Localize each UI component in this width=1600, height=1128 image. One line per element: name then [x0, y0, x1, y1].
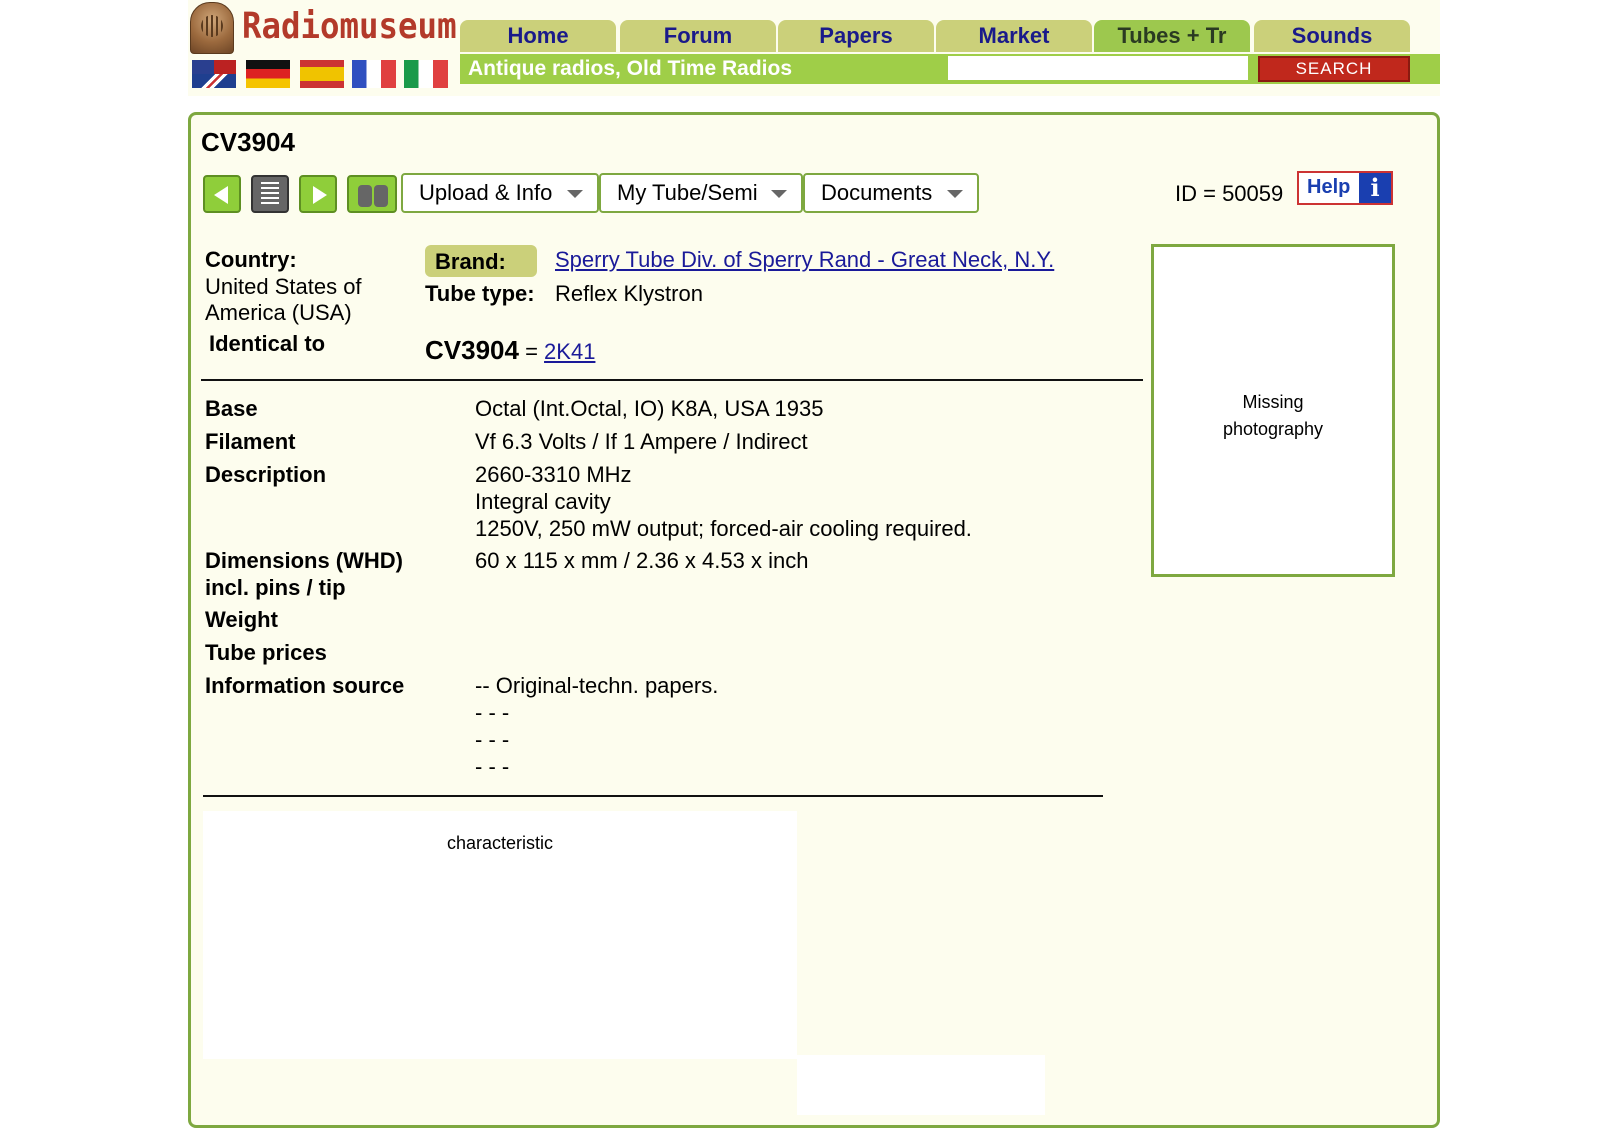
- my-tube-dropdown[interactable]: My Tube/Semi: [599, 173, 803, 213]
- list-icon[interactable]: [251, 175, 289, 213]
- identical-label: Identical to: [209, 331, 326, 356]
- characteristic-panel-extension: [797, 1055, 1045, 1115]
- record-id: ID = 50059: [1175, 181, 1284, 206]
- source-line: - - -: [475, 727, 510, 752]
- characteristic-label: characteristic: [446, 833, 554, 853]
- main-nav: Home Forum Papers Market Tubes + Tr Soun…: [460, 20, 1440, 52]
- chevron-down-icon: [947, 190, 963, 198]
- nav-forum[interactable]: Forum: [620, 20, 776, 52]
- source-line: -- Original-techn. papers.: [475, 673, 719, 698]
- dimensions-value: 60 x 115 x mm / 2.36 x 4.53 x inch: [475, 548, 809, 573]
- tube-type-label: Tube type:: [425, 281, 535, 306]
- weight-label: Weight: [205, 607, 278, 632]
- identical-tube-name: CV3904: [425, 335, 519, 365]
- search-button[interactable]: SEARCH: [1258, 56, 1410, 82]
- logo-text: Radiomuseum: [242, 6, 457, 47]
- documents-dropdown[interactable]: Documents: [803, 173, 979, 213]
- missing-photo-line-1: Missing: [1242, 392, 1304, 412]
- nav-tubes[interactable]: Tubes + Tr: [1094, 20, 1250, 52]
- chevron-down-icon: [567, 190, 583, 198]
- dimensions-label-line-1: Dimensions (WHD): [205, 548, 403, 573]
- nav-papers[interactable]: Papers: [778, 20, 934, 52]
- nav-sounds[interactable]: Sounds: [1254, 20, 1410, 52]
- upload-info-dropdown[interactable]: Upload & Info: [401, 173, 599, 213]
- upload-info-label: Upload & Info: [419, 180, 553, 205]
- filament-label: Filament: [205, 429, 296, 454]
- language-flags: [192, 60, 462, 88]
- nav-home[interactable]: Home: [460, 20, 616, 52]
- antique-radio-icon: [190, 2, 234, 54]
- country-label: Country:: [205, 247, 297, 272]
- source-line: - - -: [475, 700, 510, 725]
- france-flag-icon[interactable]: [352, 60, 396, 88]
- missing-photo-text: Missing photography: [1154, 389, 1392, 443]
- base-value: Octal (Int.Octal, IO) K8A, USA 1935: [475, 396, 824, 421]
- filament-value: Vf 6.3 Volts / If 1 Ampere / Indirect: [475, 429, 808, 454]
- information-source-value: -- Original-techn. papers. - - - - - - -…: [475, 672, 718, 780]
- search-input[interactable]: [948, 56, 1248, 80]
- chevron-down-icon: [771, 190, 787, 198]
- next-arrow-icon[interactable]: [299, 175, 337, 213]
- nav-market[interactable]: Market: [936, 20, 1092, 52]
- photo-placeholder[interactable]: Missing photography: [1151, 244, 1395, 577]
- base-label: Base: [205, 396, 258, 421]
- divider: [203, 795, 1103, 797]
- country-value: United States of America (USA): [205, 274, 362, 325]
- identical-tube-link[interactable]: 2K41: [544, 339, 595, 364]
- us-uk-flag-icon[interactable]: [192, 60, 236, 88]
- equals-sign: =: [518, 339, 545, 364]
- spain-flag-icon[interactable]: [300, 60, 344, 88]
- description-label: Description: [205, 462, 327, 487]
- source-line: - - -: [475, 754, 510, 779]
- dimensions-label-line-2: incl. pins / tip: [205, 575, 346, 600]
- dimensions-label: Dimensions (WHD) incl. pins / tip: [205, 547, 403, 601]
- characteristic-panel: characteristic: [203, 811, 797, 1059]
- tube-detail-panel: CV3904 Upload & Info My Tube/Semi Docume…: [188, 112, 1440, 1128]
- brand-link[interactable]: Sperry Tube Div. of Sperry Rand - Great …: [555, 247, 1054, 273]
- missing-photo-line-2: photography: [1222, 419, 1324, 439]
- description-line: Integral cavity: [475, 489, 611, 514]
- help-button[interactable]: Help i: [1297, 171, 1393, 205]
- page-title: CV3904: [201, 127, 295, 157]
- previous-arrow-icon[interactable]: [203, 175, 241, 213]
- tagline: Antique radios, Old Time Radios: [468, 57, 792, 80]
- tagline-bar: Antique radios, Old Time Radios SEARCH: [460, 54, 1440, 84]
- description-value: 2660-3310 MHz Integral cavity 1250V, 250…: [475, 461, 972, 542]
- radiomuseum-logo[interactable]: Radiomuseum: [188, 0, 460, 56]
- description-line: 2660-3310 MHz: [475, 462, 632, 487]
- info-icon: i: [1359, 173, 1391, 203]
- italy-flag-icon[interactable]: [404, 60, 448, 88]
- information-source-label: Information source: [205, 673, 405, 698]
- tube-prices-label: Tube prices: [205, 640, 327, 665]
- site-header: Radiomuseum Home Forum Papers Market Tub…: [188, 0, 1440, 96]
- help-label: Help: [1307, 176, 1351, 198]
- description-line: 1250V, 250 mW output; forced-air cooling…: [475, 516, 972, 541]
- binoculars-icon[interactable]: [347, 175, 397, 213]
- tube-type-value: Reflex Klystron: [555, 281, 703, 306]
- germany-flag-icon[interactable]: [246, 60, 290, 88]
- brand-label: Brand:: [425, 245, 537, 277]
- divider: [201, 379, 1143, 381]
- my-tube-label: My Tube/Semi: [617, 180, 758, 205]
- identical-to-row: CV3904 = 2K41: [425, 335, 595, 366]
- documents-label: Documents: [821, 180, 933, 205]
